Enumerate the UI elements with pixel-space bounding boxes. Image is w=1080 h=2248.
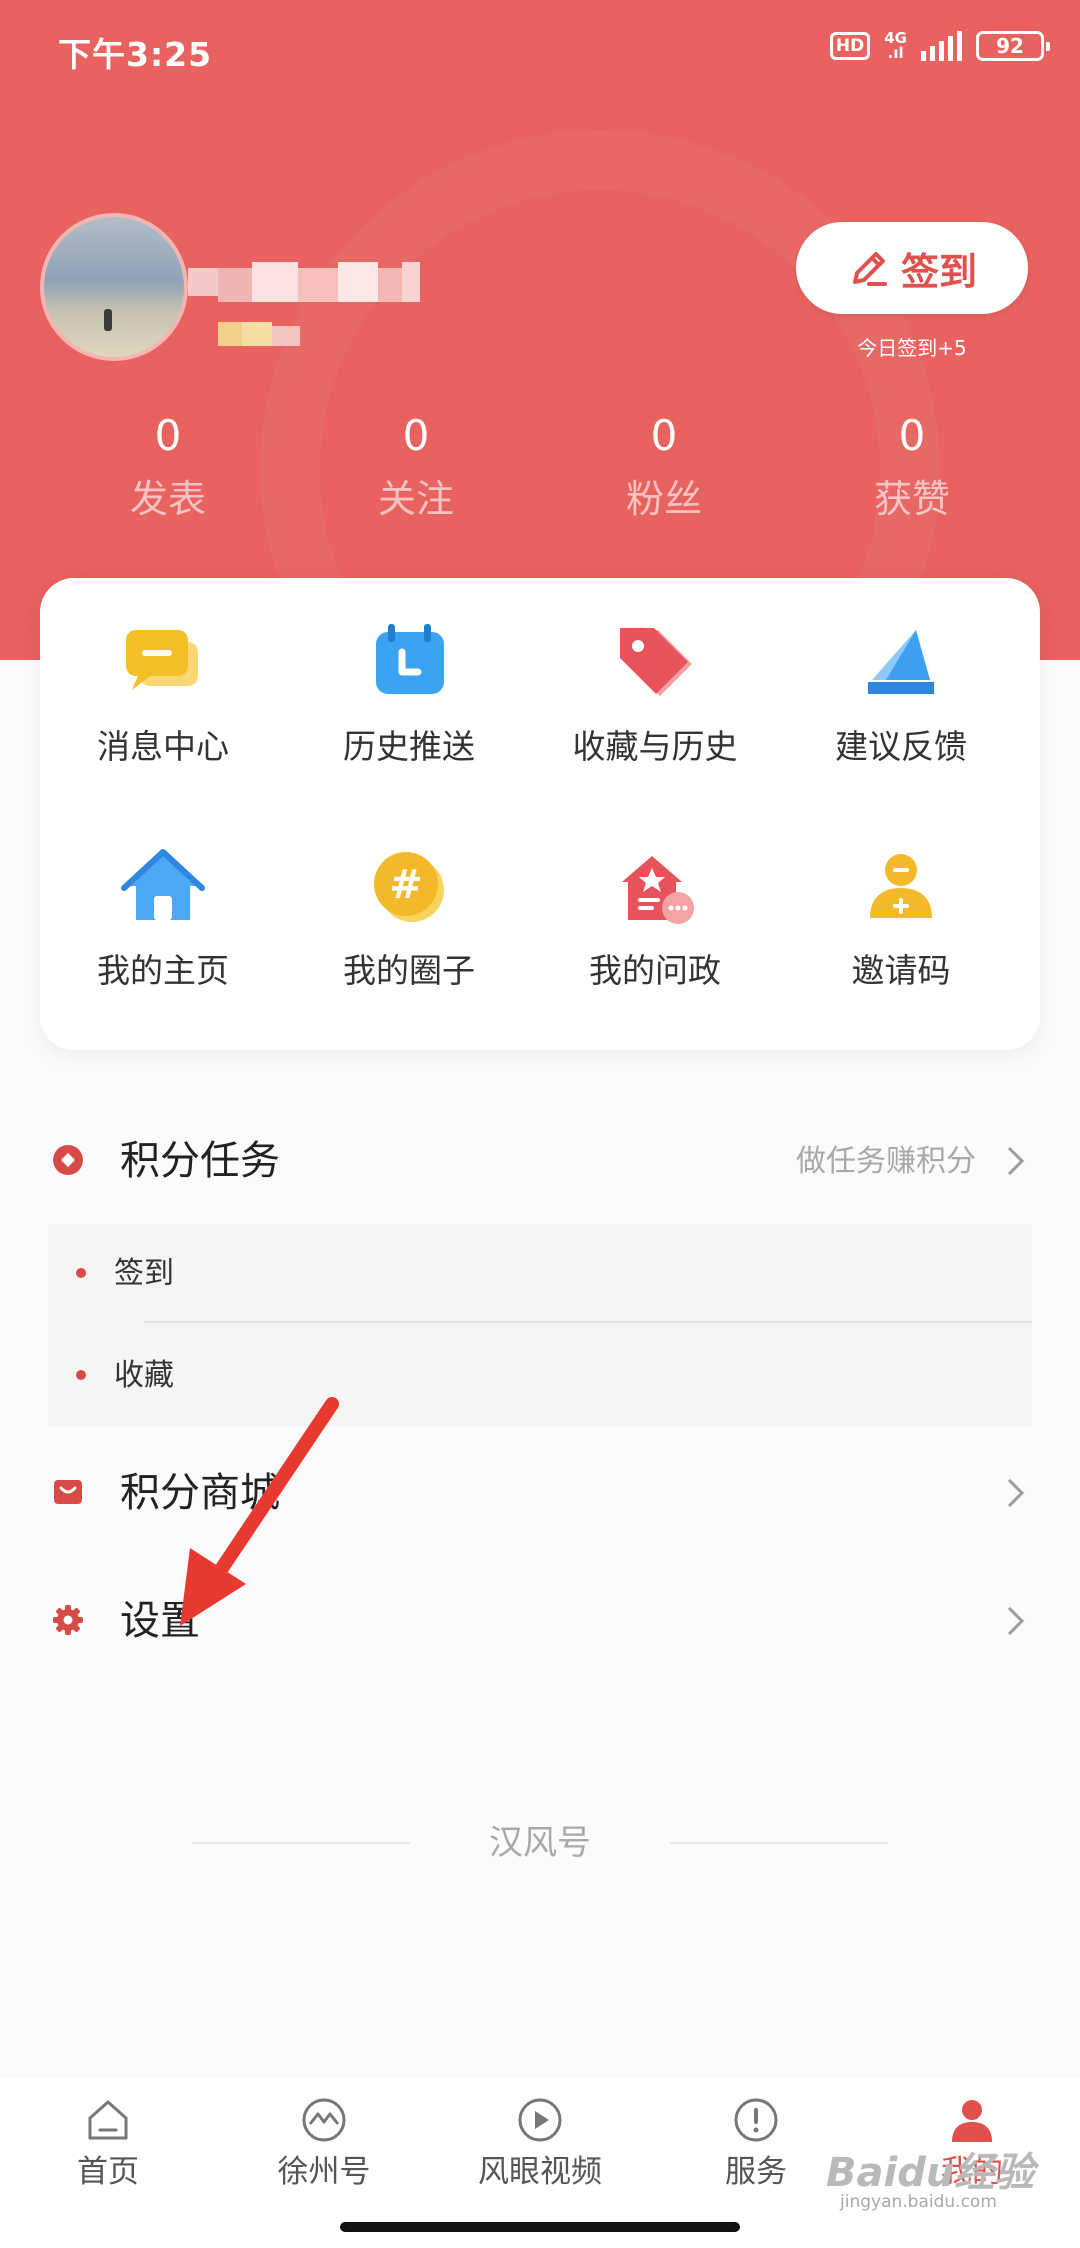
divider xyxy=(144,1321,1032,1323)
task-list: 签到 收藏 xyxy=(48,1224,1032,1426)
stat-label: 发表 xyxy=(129,477,206,521)
grid-label: 我的圈子 xyxy=(343,951,475,990)
home-indicator[interactable] xyxy=(340,2222,740,2232)
stat-value: 0 xyxy=(402,411,430,460)
points-task-row[interactable]: 积分任务 做任务赚积分 xyxy=(0,1106,1080,1216)
checkin-button[interactable]: 签到 xyxy=(796,222,1028,314)
task-item-favorite[interactable]: 收藏 xyxy=(48,1326,1032,1426)
grid-item-my-homepage[interactable]: 我的主页 xyxy=(40,802,286,1012)
task-item-checkin[interactable]: 签到 xyxy=(48,1224,1032,1324)
message-icon xyxy=(126,630,198,690)
invite-icon xyxy=(870,854,932,918)
grid-label: 收藏与历史 xyxy=(572,727,738,766)
hashtag-icon: # xyxy=(374,852,444,922)
stat-likes[interactable]: 0 获赞 xyxy=(788,408,1036,534)
task-label: 收藏 xyxy=(114,1358,174,1393)
stat-following[interactable]: 0 关注 xyxy=(292,408,540,534)
pulse-icon xyxy=(302,2098,346,2142)
grid-label: 历史推送 xyxy=(343,727,475,766)
svg-text:#: # xyxy=(389,862,423,908)
watermark-brand: Baidu经验 xyxy=(826,2150,1035,2196)
tab-label: 徐州号 xyxy=(277,2154,371,2190)
settings-row[interactable]: 设置 xyxy=(0,1566,1080,1676)
grid-label: 我的问政 xyxy=(589,951,721,990)
grid-item-history-push[interactable]: 历史推送 xyxy=(286,578,532,788)
hd-badge: HD xyxy=(829,32,871,60)
network-type: 4G .ıl xyxy=(884,29,907,62)
alert-icon xyxy=(734,2098,778,2142)
diamond-badge-icon xyxy=(53,1145,83,1175)
stat-posts[interactable]: 0 发表 xyxy=(44,408,292,534)
stat-value: 0 xyxy=(898,411,926,460)
stat-label: 关注 xyxy=(377,477,454,521)
settings-title: 设置 xyxy=(120,1598,200,1644)
status-time: 下午3:25 xyxy=(58,35,213,74)
bullet-dot xyxy=(76,1370,86,1380)
pencil-icon xyxy=(852,252,887,286)
checkin-label: 签到 xyxy=(900,251,977,294)
status-icons: HD 4G .ıl 92 xyxy=(829,26,1050,66)
shopping-bag-icon xyxy=(54,1480,82,1504)
tag-icon xyxy=(620,628,692,696)
avatar-figure xyxy=(104,309,112,331)
gear-icon xyxy=(53,1605,83,1635)
bullet-dot xyxy=(76,1268,86,1278)
grid-label: 消息中心 xyxy=(97,727,229,766)
baidu-watermark: Baidu经验 jingyan.baidu.com xyxy=(826,2140,1056,2218)
checkin-note: 今日签到+5 xyxy=(857,336,967,360)
grid-label: 邀请码 xyxy=(851,951,951,990)
points-mall-row[interactable]: 积分商城 xyxy=(0,1438,1080,1548)
tab-xuzhou[interactable]: 徐州号 xyxy=(216,2094,432,2214)
avatar[interactable] xyxy=(40,213,188,361)
play-icon xyxy=(518,2098,562,2142)
task-label: 签到 xyxy=(114,1256,174,1291)
grid-item-feedback[interactable]: 建议反馈 xyxy=(778,578,1024,788)
tab-label: 首页 xyxy=(77,2154,139,2190)
feedback-icon xyxy=(868,630,934,694)
watermark-site: jingyan.baidu.com xyxy=(840,2192,997,2212)
profile-stats: 0 发表 0 关注 0 粉丝 0 获赞 xyxy=(0,408,1080,538)
chevron-right-icon xyxy=(1007,1478,1025,1508)
home-tab-icon xyxy=(88,2100,128,2140)
signal-icon xyxy=(921,31,962,61)
status-bar: 下午3:25 HD 4G .ıl 92 xyxy=(0,0,1080,96)
tab-home[interactable]: 首页 xyxy=(0,2094,216,2214)
tab-video[interactable]: 风眼视频 xyxy=(432,2094,648,2214)
chevron-right-icon xyxy=(1007,1146,1025,1176)
points-task-hint: 做任务赚积分 xyxy=(796,1144,976,1179)
function-grid: 消息中心 历史推送 收藏与历史 建议反馈 我的主页 # 我的圈子 我的问政 邀请… xyxy=(40,578,1040,1050)
tab-label: 风眼视频 xyxy=(478,2154,602,2190)
points-mall-title: 积分商城 xyxy=(120,1470,280,1516)
stat-followers[interactable]: 0 粉丝 xyxy=(540,408,788,534)
stat-value: 0 xyxy=(154,411,182,460)
grid-item-invite-code[interactable]: 邀请码 xyxy=(778,802,1024,1012)
grid-item-message-center[interactable]: 消息中心 xyxy=(40,578,286,788)
grid-item-favorites-history[interactable]: 收藏与历史 xyxy=(532,578,778,788)
divider xyxy=(670,1842,888,1844)
grid-item-my-inquiry[interactable]: 我的问政 xyxy=(532,802,778,1012)
stat-label: 获赞 xyxy=(873,477,950,521)
stat-label: 粉丝 xyxy=(625,477,702,521)
grid-label: 建议反馈 xyxy=(835,727,967,766)
grid-label: 我的主页 xyxy=(97,951,229,990)
person-icon xyxy=(952,2100,992,2142)
calendar-icon xyxy=(376,624,444,694)
chevron-right-icon xyxy=(1007,1606,1025,1636)
grid-item-my-circle[interactable]: # 我的圈子 xyxy=(286,802,532,1012)
footer-brand: 汉风号 xyxy=(0,1818,1080,1868)
government-icon xyxy=(622,856,694,924)
points-task-title: 积分任务 xyxy=(120,1138,280,1184)
brand-text: 汉风号 xyxy=(489,1823,591,1863)
battery-icon: 92 xyxy=(976,31,1050,61)
home-icon xyxy=(121,849,205,920)
stat-value: 0 xyxy=(650,411,678,460)
